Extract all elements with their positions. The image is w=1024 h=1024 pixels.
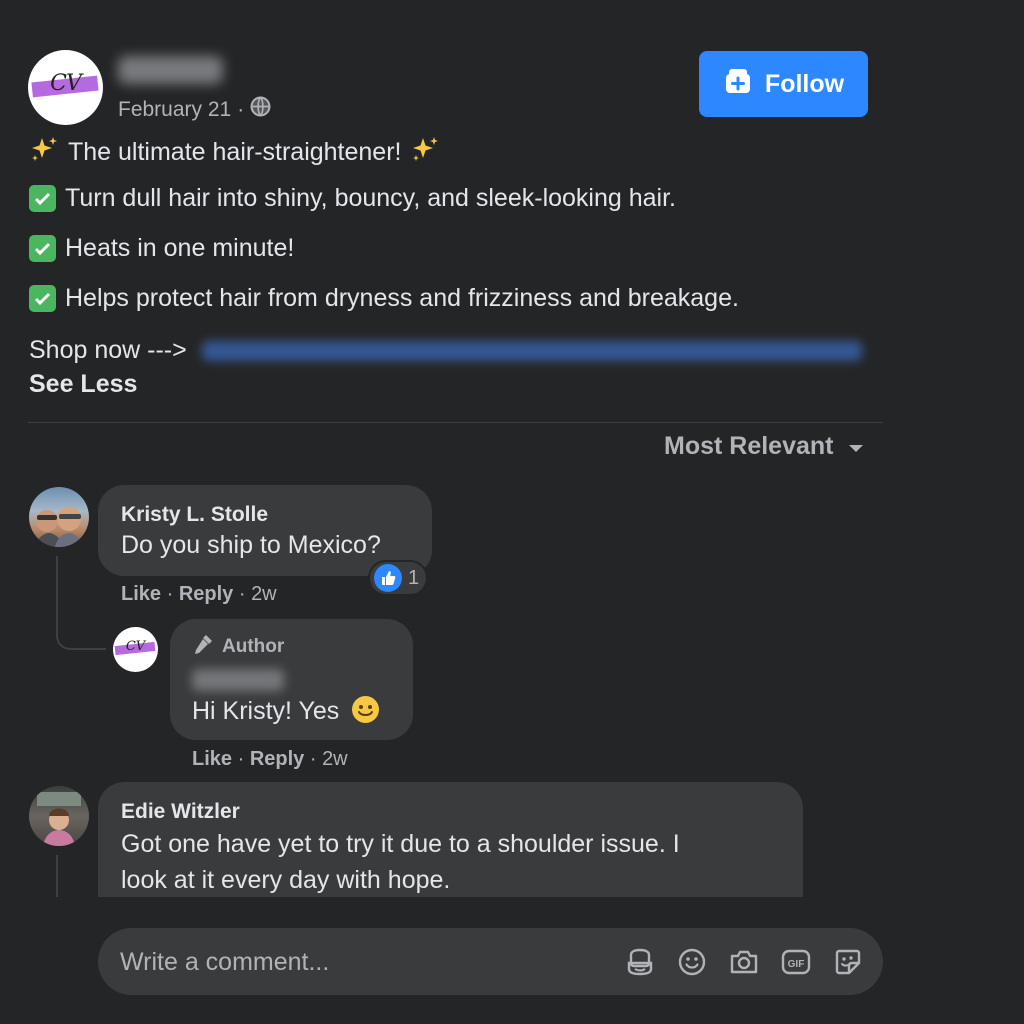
svg-text:GIF: GIF (788, 959, 805, 970)
bullet-text: Helps protect hair from dryness and friz… (65, 284, 739, 312)
comment-age[interactable]: 2w (322, 748, 348, 770)
comment-sort-dropdown[interactable]: Most Relevant (664, 432, 865, 461)
like-reaction-icon (374, 564, 402, 592)
post-date[interactable]: February 21 (118, 98, 231, 122)
reaction-count[interactable]: 1 (368, 560, 428, 596)
post-bullet: Turn dull hair into shiny, bouncy, and s… (29, 184, 676, 213)
smiley-emoji-icon (352, 696, 380, 723)
reply-text: Hi Kristy! Yes (192, 693, 380, 729)
sparkles-icon (410, 134, 440, 171)
camera-icon[interactable] (728, 946, 760, 978)
comment-author[interactable]: Edie Witzler (121, 800, 240, 824)
reply-author-blurred[interactable] (192, 669, 284, 691)
see-less-link[interactable]: See Less (29, 370, 137, 399)
check-mark-icon (29, 235, 56, 262)
reply-link[interactable]: Reply (179, 583, 233, 605)
post-meta: February 21 · (118, 96, 271, 123)
post-bullet: Helps protect hair from dryness and friz… (29, 284, 739, 313)
globe-icon (250, 96, 271, 123)
caret-down-icon (847, 432, 865, 461)
avatar-sticker-icon[interactable] (624, 946, 656, 978)
author-badge: Author (192, 633, 284, 661)
like-link[interactable]: Like (192, 748, 232, 770)
comment-actions: Like · Reply · 2w (121, 583, 277, 605)
reaction-number: 1 (408, 566, 420, 589)
post-page: CV February 21 · Follow The ultimate hai… (0, 0, 1024, 1024)
page-avatar[interactable]: CV (28, 50, 103, 125)
reply-actions: Like · Reply · 2w (192, 748, 348, 770)
check-mark-icon (29, 285, 56, 312)
author-badge-label: Author (222, 636, 285, 657)
meta-separator: · (237, 97, 245, 121)
microphone-icon (192, 633, 216, 661)
sort-label: Most Relevant (664, 432, 834, 460)
sparkles-icon (29, 134, 59, 171)
emoji-icon[interactable] (676, 946, 708, 978)
comment-text-line: look at it every day with hope. (121, 866, 451, 894)
page-name-blurred[interactable] (118, 56, 223, 84)
bullet-text: Heats in one minute! (65, 234, 295, 262)
divider (28, 422, 883, 423)
comment-composer: GIF (98, 928, 883, 995)
comment-input[interactable] (120, 946, 600, 978)
like-link[interactable]: Like (121, 583, 161, 605)
sticker-icon[interactable] (832, 946, 864, 978)
follow-icon (723, 66, 753, 103)
avatar[interactable] (29, 786, 89, 846)
comment-age[interactable]: 2w (251, 583, 277, 605)
post-headline: The ultimate hair-straightener! (68, 138, 402, 166)
avatar[interactable]: CV (113, 627, 158, 672)
comment-text-line: Got one have yet to try it due to a shou… (121, 830, 680, 858)
avatar[interactable] (29, 487, 89, 547)
thread-line (56, 855, 58, 897)
post-bullet: Heats in one minute! (29, 234, 294, 263)
comment-author[interactable]: Kristy L. Stolle (121, 503, 268, 527)
check-mark-icon (29, 185, 56, 212)
gif-icon[interactable]: GIF (780, 946, 812, 978)
comment-text: Do you ship to Mexico? (121, 531, 381, 559)
follow-button[interactable]: Follow (699, 51, 868, 117)
shop-link[interactable] (201, 340, 862, 361)
reply-link[interactable]: Reply (250, 748, 304, 770)
logo-monogram: CV (50, 71, 82, 96)
post-line-title: The ultimate hair-straightener! (29, 134, 440, 171)
thread-connector (56, 620, 106, 650)
shop-line: Shop now ---> (29, 336, 862, 365)
shop-label: Shop now ---> (29, 336, 187, 364)
reply-text-content: Hi Kristy! Yes (192, 697, 340, 725)
follow-label: Follow (764, 69, 845, 98)
bullet-text: Turn dull hair into shiny, bouncy, and s… (65, 184, 676, 212)
